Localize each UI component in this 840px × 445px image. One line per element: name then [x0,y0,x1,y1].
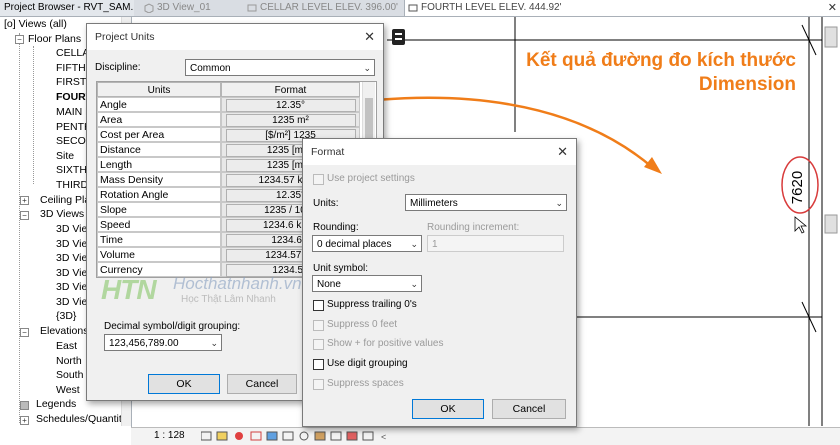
unit-format-button[interactable]: 12.35° [225,99,356,112]
cancel-button[interactable]: Cancel [227,374,297,394]
unit-symbol-select[interactable]: None ⌄ [312,275,422,292]
elevation-item[interactable]: North [56,354,82,368]
format-dialog: Format ✕ Use project settings Units: Mil… [302,138,577,427]
tab-label: CELLAR LEVEL ELEV. 396.00' [260,2,398,13]
collapse-floor-plans-icon[interactable]: − [15,35,24,44]
format-column-header: Format [221,82,360,97]
cancel-button[interactable]: Cancel [492,399,566,419]
tab-label: 3D View_01 [157,2,211,13]
units-label: Units: [313,198,339,209]
unit-format-cell[interactable]: 1235 m² [221,112,360,127]
project-units-title: Project Units [87,24,383,50]
chevron-down-icon: ⌄ [363,63,371,73]
schedules-node[interactable]: Schedules/Quantiti [36,412,124,426]
elevation-item[interactable]: West [56,383,80,397]
use-digit-grouping-label: Use digit grouping [327,358,408,369]
expand-ceiling-plans-icon[interactable]: + [20,196,29,205]
show-plus-label: Show + for positive values [327,338,444,349]
floor-plan-item[interactable]: Site [56,149,74,163]
floor-plan-item[interactable]: THIRD [56,178,88,192]
legends-icon [20,401,29,410]
unit-name-cell: Volume [97,247,221,262]
rounding-increment-input[interactable]: 1 [427,235,564,252]
unit-name-cell: Time [97,232,221,247]
view-scale[interactable]: 1 : 128 [154,430,185,441]
elevations-node[interactable]: Elevations [40,324,88,338]
watermark-logo: HTN [101,274,157,305]
elevation-item[interactable]: East [56,339,77,353]
project-browser-tab[interactable]: Project Browser - RVT_SAM... [0,0,134,16]
svg-text:<: < [381,432,386,442]
chevron-down-icon: ⌄ [210,338,218,348]
discipline-label: Discipline: [95,62,141,73]
suppress-spaces-label: Suppress spaces [327,378,404,389]
rounding-increment-label: Rounding increment: [427,222,520,233]
rounding-label: Rounding: [313,222,359,233]
close-tab-icon[interactable]: ✕ [828,0,837,16]
watermark-site: Hocthatnhanh.vn [173,274,302,293]
legends-node[interactable]: Legends [36,397,76,411]
unit-name-cell: Length [97,157,221,172]
watermark-slogan: Học Thật Lâm Nhanh [181,294,276,305]
unit-name-cell: Angle [97,97,221,112]
unit-format-cell[interactable]: 12.35° [221,97,360,112]
format-title: Format [303,139,576,165]
show-plus-checkbox[interactable] [313,339,324,350]
dimension-value[interactable]: 7620 [785,169,815,204]
chevron-down-icon: ⌄ [410,279,418,289]
close-icon[interactable]: ✕ [557,144,568,160]
3d-views-node[interactable]: 3D Views [40,207,84,221]
units-table-row[interactable]: Area 1235 m² [97,112,360,127]
tab-fourth-level[interactable]: FOURTH LEVEL ELEV. 444.92' ✕ [404,0,840,16]
expand-schedules-icon[interactable]: + [20,416,29,425]
ok-button[interactable]: OK [412,399,484,419]
unit-name-cell: Rotation Angle [97,187,221,202]
annotation-line-2: Dimension [698,74,796,95]
unit-name-cell: Mass Density [97,172,221,187]
collapse-3d-views-icon[interactable]: − [20,211,29,220]
use-digit-grouping-checkbox[interactable] [313,359,324,370]
view-control-bar: 1 : 128 < [131,427,840,445]
views-all-node[interactable]: [o] Views (all) [4,17,67,31]
decimal-symbol-label: Decimal symbol/digit grouping: [104,321,241,332]
ok-button[interactable]: OK [148,374,220,394]
unit-name-cell: Area [97,112,221,127]
elevation-view-icon [408,4,418,12]
tab-label: FOURTH LEVEL ELEV. 444.92' [421,2,562,13]
units-select[interactable]: Millimeters ⌄ [405,194,567,211]
3d-view-icon [144,3,154,13]
units-table-row[interactable]: Angle 12.35° [97,97,360,112]
collapse-elevations-icon[interactable]: − [20,328,29,337]
units-column-header: Units [97,82,221,97]
3d-view-item[interactable]: {3D} [56,309,76,323]
rounding-select[interactable]: 0 decimal places ⌄ [312,235,422,252]
tab-3d-view-01[interactable]: 3D View_01 [141,0,257,16]
suppress-trailing-zeros-checkbox[interactable] [313,300,324,311]
discipline-select[interactable]: Common ⌄ [185,59,375,76]
annotation-line-1: Kết quả đường đo kích thước [526,50,796,71]
unit-format-button[interactable]: 1235 m² [225,114,356,127]
annotation-text: Kết quả đường đo kích thước Dimension [470,49,796,97]
unit-name-cell: Speed [97,217,221,232]
unit-name-cell: Cost per Area [97,127,221,142]
suppress-spaces-checkbox[interactable] [313,379,324,390]
elevation-item[interactable]: South [56,368,83,382]
view-control-icons[interactable]: < [201,430,441,443]
suppress-zero-feet-checkbox[interactable] [313,320,324,331]
suppress-trailing-zeros-label: Suppress trailing 0's [327,299,417,310]
use-project-settings-label: Use project settings [327,173,415,184]
use-project-settings-checkbox[interactable] [313,174,324,185]
unit-symbol-label: Unit symbol: [313,263,369,274]
chevron-down-icon: ⌄ [555,198,563,208]
chevron-down-icon: ⌄ [410,239,418,249]
elevation-view-icon [247,4,257,12]
decimal-symbol-select[interactable]: 123,456,789.00 ⌄ [104,334,222,351]
unit-name-cell: Distance [97,142,221,157]
floor-plans-node[interactable]: Floor Plans [28,32,81,46]
close-icon[interactable]: ✕ [364,29,375,45]
unit-name-cell: Slope [97,202,221,217]
tab-cellar-level[interactable]: CELLAR LEVEL ELEV. 396.00' [244,0,410,16]
suppress-zero-feet-label: Suppress 0 feet [327,319,398,330]
view-tab-bar: Project Browser - RVT_SAM... 3D View_01 … [0,0,840,17]
